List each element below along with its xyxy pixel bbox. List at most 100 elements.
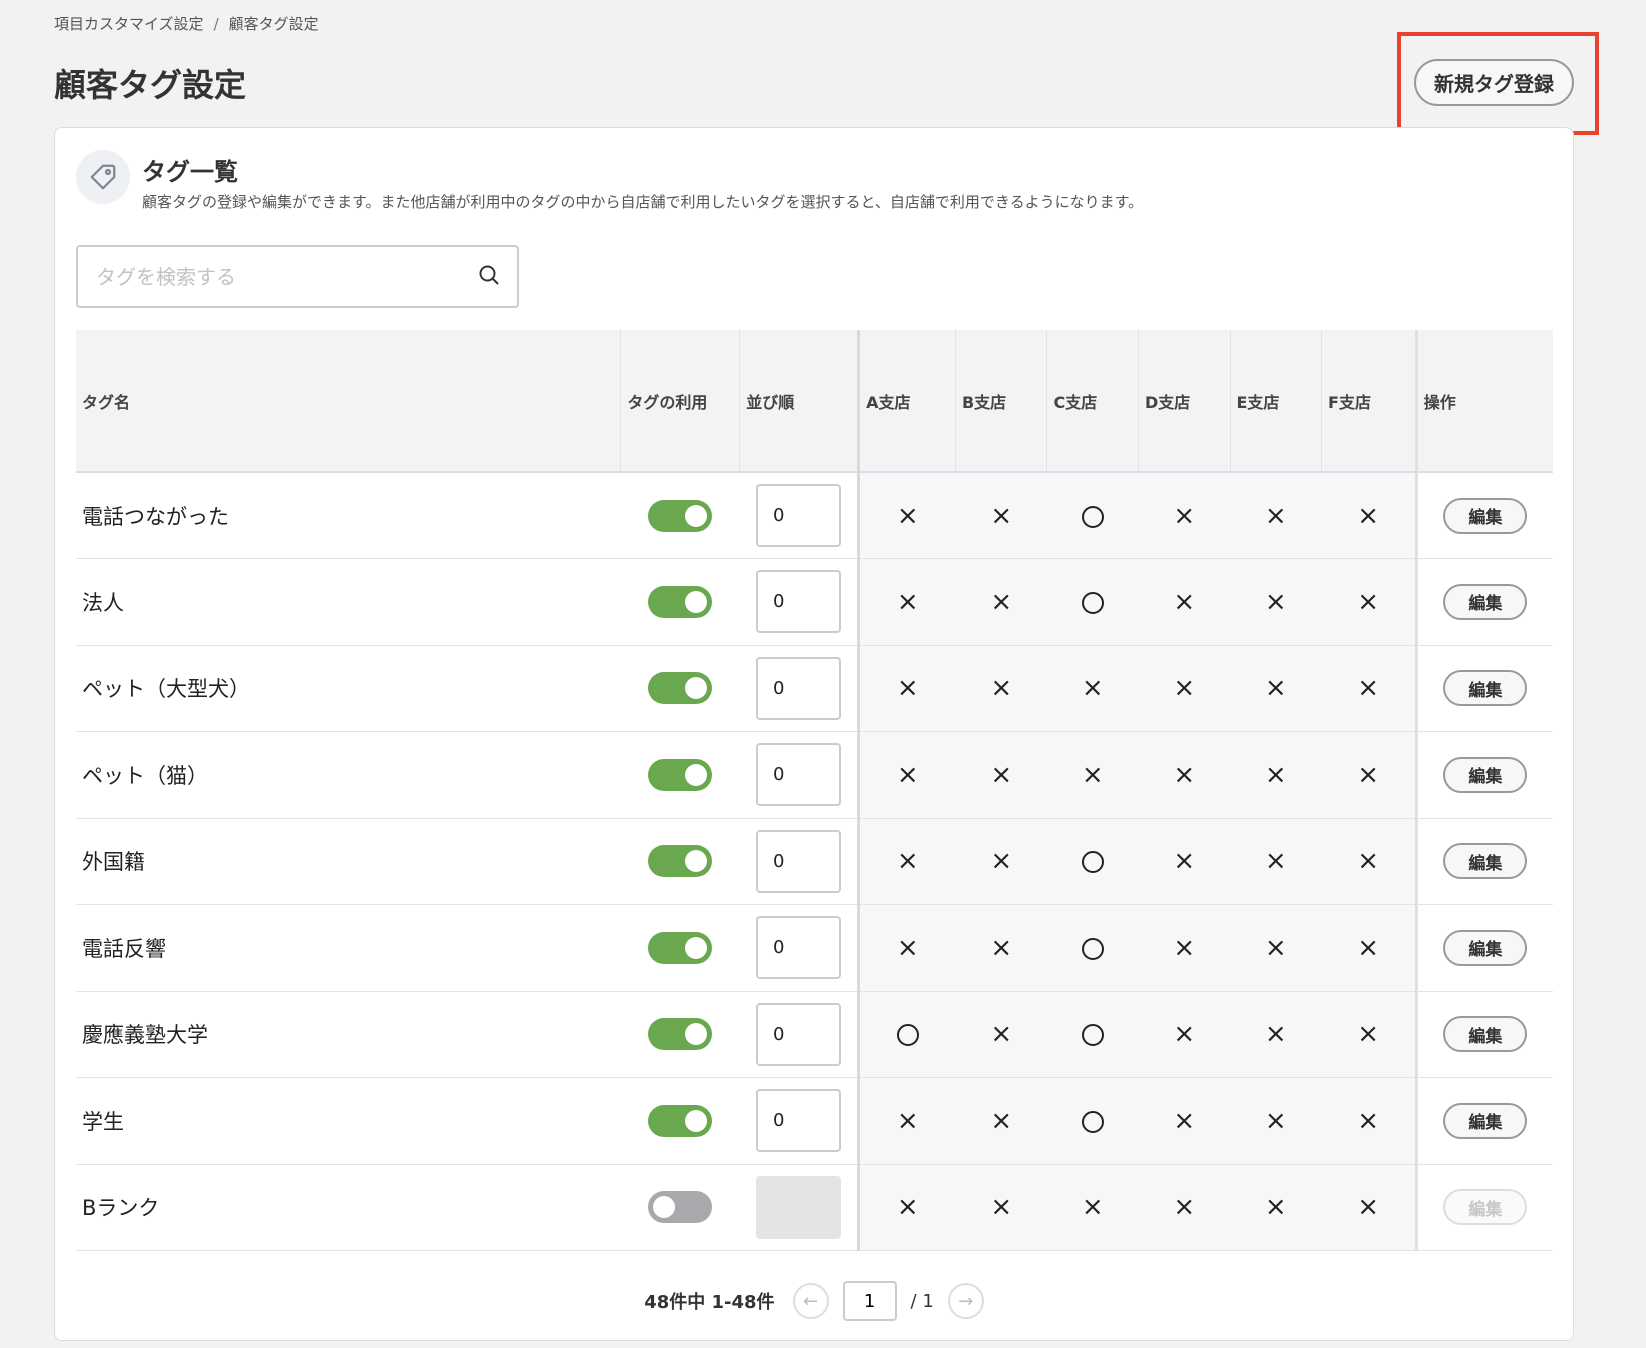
- cross-icon: ×: [1264, 759, 1287, 790]
- shop-c-cell: [1046, 904, 1139, 992]
- order-cell: [739, 904, 859, 992]
- tag-name: 法人: [82, 590, 124, 615]
- shop-e-cell: ×: [1230, 818, 1322, 905]
- tag-usage-cell: [620, 1077, 740, 1165]
- cross-icon: ×: [1173, 932, 1196, 963]
- cross-icon: ×: [1081, 759, 1104, 790]
- header-shop-a: A支店: [857, 330, 956, 473]
- shop-b-cell: ×: [955, 645, 1047, 732]
- cross-icon: ×: [990, 1019, 1013, 1050]
- shop-a-cell: ×: [857, 558, 956, 646]
- cross-icon: ×: [1357, 586, 1379, 617]
- cross-icon: ×: [1173, 586, 1196, 617]
- shop-e-cell: ×: [1230, 991, 1322, 1078]
- tag-list-card: タグ一覧 顧客タグの登録や編集ができます。また他店舗が利用中のタグの中から自店舗…: [54, 127, 1574, 1341]
- tag-usage-cell: [620, 645, 740, 732]
- shop-b-cell: ×: [955, 1077, 1047, 1165]
- header-shop-e: E支店: [1230, 330, 1323, 473]
- search-input[interactable]: [96, 264, 477, 289]
- tag-usage-toggle[interactable]: [648, 672, 713, 705]
- breadcrumb-parent-link[interactable]: 項目カスタマイズ設定: [54, 13, 204, 34]
- table-row: 電話反響 × × × × × 編集: [76, 904, 1553, 992]
- circle-icon: [896, 1024, 919, 1047]
- cross-icon: ×: [896, 1105, 919, 1136]
- tag-usage-toggle[interactable]: [648, 499, 713, 532]
- tag-usage-toggle[interactable]: [648, 758, 713, 791]
- tag-name-cell: ペット（大型犬）: [76, 645, 621, 732]
- cross-icon: ×: [1264, 1105, 1287, 1136]
- edit-button[interactable]: 編集: [1443, 929, 1528, 966]
- order-input-disabled: [755, 1175, 841, 1239]
- tag-name-cell: 外国籍: [76, 818, 621, 905]
- table-row: ペット（大型犬） × × × × × × 編集: [76, 645, 1553, 732]
- cross-icon: ×: [990, 500, 1013, 531]
- header-tag-usage: タグの利用: [620, 330, 741, 473]
- tag-name: 電話反響: [82, 936, 166, 961]
- shop-c-cell: ×: [1046, 1164, 1139, 1251]
- shop-e-cell: ×: [1230, 1077, 1322, 1165]
- tag-usage-toggle[interactable]: [648, 1191, 713, 1224]
- order-input[interactable]: [755, 829, 841, 893]
- edit-button[interactable]: 編集: [1443, 1102, 1528, 1139]
- cross-icon: ×: [990, 1192, 1013, 1223]
- order-input[interactable]: [755, 1002, 841, 1066]
- cross-icon: ×: [896, 500, 919, 531]
- shop-f-cell: ×: [1321, 991, 1417, 1078]
- table-scroll-area[interactable]: タグ名 タグの利用 並び順 A支店 B支店 C支店 D支店 E支店 F支店 操作…: [76, 330, 1553, 1260]
- search-icon[interactable]: [477, 263, 501, 291]
- edit-button[interactable]: 編集: [1443, 583, 1528, 620]
- table-row: Bランク × × × × × × 編集: [76, 1164, 1553, 1251]
- shop-a-cell: ×: [857, 645, 956, 732]
- shop-b-cell: ×: [955, 904, 1047, 992]
- shop-e-cell: ×: [1230, 472, 1322, 559]
- order-input[interactable]: [755, 656, 841, 720]
- card-header: タグ一覧 顧客タグの登録や編集ができます。また他店舗が利用中のタグの中から自店舗…: [76, 150, 1143, 212]
- order-input[interactable]: [755, 484, 841, 547]
- shop-b-cell: ×: [955, 1164, 1047, 1251]
- edit-button[interactable]: 編集: [1443, 1016, 1528, 1053]
- edit-button[interactable]: 編集: [1443, 670, 1528, 707]
- tag-usage-toggle[interactable]: [648, 931, 713, 964]
- order-cell: [739, 645, 859, 732]
- order-input[interactable]: [755, 570, 841, 634]
- page-number-input[interactable]: [842, 1281, 897, 1321]
- prev-page-icon[interactable]: ←: [792, 1283, 829, 1319]
- header-shop-f: F支店: [1321, 330, 1417, 473]
- cross-icon: ×: [990, 673, 1013, 704]
- pagination: 48件中 1-48件 ← / 1 →: [55, 1260, 1573, 1340]
- tag-name: Bランク: [82, 1196, 160, 1221]
- toggle-knob: [685, 677, 708, 700]
- edit-button[interactable]: 編集: [1443, 756, 1528, 793]
- table-header-row: タグ名 タグの利用 並び順 A支店 B支店 C支店 D支店 E支店 F支店 操作: [76, 330, 1553, 473]
- tag-usage-cell: [620, 904, 740, 992]
- shop-b-cell: ×: [955, 558, 1047, 646]
- tag-usage-toggle[interactable]: [648, 585, 713, 618]
- shop-f-cell: ×: [1321, 818, 1417, 905]
- tag-name-cell: 法人: [76, 558, 621, 646]
- order-input[interactable]: [755, 743, 841, 807]
- tag-usage-toggle[interactable]: [648, 1104, 713, 1137]
- order-cell: [739, 818, 859, 905]
- card-description: 顧客タグの登録や編集ができます。また他店舗が利用中のタグの中から自店舗で利用した…: [142, 193, 1144, 211]
- operations-cell: 編集: [1414, 904, 1553, 992]
- tag-usage-cell: [620, 818, 740, 905]
- order-input[interactable]: [755, 1089, 841, 1153]
- edit-button[interactable]: 編集: [1443, 497, 1528, 534]
- operations-cell: 編集: [1414, 1077, 1553, 1165]
- shop-b-cell: ×: [955, 818, 1047, 905]
- card-title: タグ一覧: [142, 158, 238, 186]
- tag-usage-toggle[interactable]: [648, 845, 713, 878]
- tag-usage-toggle[interactable]: [648, 1018, 713, 1051]
- new-tag-button[interactable]: 新規タグ登録: [1414, 59, 1574, 106]
- shop-d-cell: ×: [1138, 558, 1230, 646]
- next-page-icon[interactable]: →: [947, 1283, 984, 1319]
- order-input[interactable]: [755, 916, 841, 980]
- toggle-knob: [685, 504, 708, 527]
- order-cell: [739, 731, 859, 819]
- order-cell: [739, 991, 859, 1078]
- edit-button[interactable]: 編集: [1443, 843, 1528, 880]
- cross-icon: ×: [990, 846, 1013, 877]
- tag-usage-cell: [620, 472, 740, 559]
- tag-name-cell: 慶應義塾大学: [76, 991, 621, 1078]
- circle-icon: [1081, 851, 1104, 874]
